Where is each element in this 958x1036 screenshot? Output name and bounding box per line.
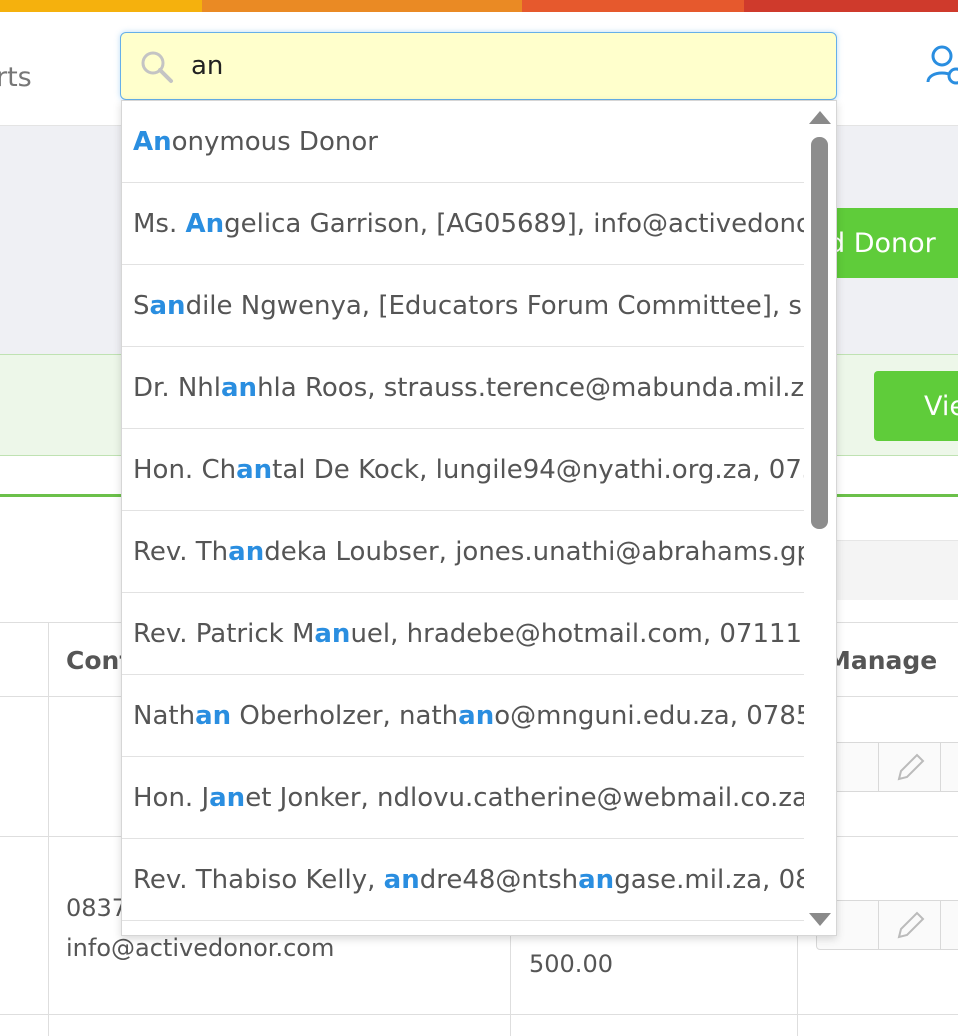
table-border <box>0 1014 958 1015</box>
suggestion-item[interactable]: Nathan Oberholzer, nathano@mnguni.edu.za… <box>122 675 806 757</box>
user-icon[interactable] <box>924 42 958 88</box>
suggestion-item[interactable]: Hon. Chantal De Kock, lungile94@nyathi.o… <box>122 429 806 511</box>
suggestion-item[interactable]: Hon. Janet Jonker, ndlovu.catherine@webm… <box>122 757 806 839</box>
match-highlight: An <box>185 209 225 239</box>
suggestion-text: Hon. Ch <box>133 455 237 485</box>
scroll-down-arrow-icon[interactable] <box>809 913 831 926</box>
suggestion-item[interactable]: Sandile Ngwenya, [Educators Forum Commit… <box>122 265 806 347</box>
suggestion-item[interactable]: Rev. Thabiso Kelly, andre48@ntshangase.m… <box>122 839 806 921</box>
edit-icon[interactable] <box>879 901 941 949</box>
suggestion-text: Hon. J <box>133 783 210 813</box>
suggestion-text: et Jonker, ndlovu.catherine@webmail.co.z… <box>245 783 806 813</box>
match-highlight: an <box>314 619 351 649</box>
match-highlight: an <box>195 701 232 731</box>
view-button[interactable]: Vie <box>874 371 958 441</box>
match-highlight: an <box>383 865 420 895</box>
top-accent-bar <box>0 0 958 12</box>
match-highlight: an <box>149 291 186 321</box>
suggestion-item[interactable]: Ms. Angelica Garrison, [AG05689], info@a… <box>122 183 806 265</box>
suggestion-text: deka Loubser, jones.unathi@abrahams.gp <box>264 537 806 567</box>
top-bar-segment <box>0 0 202 12</box>
scrollbar-thumb[interactable] <box>811 137 828 529</box>
match-highlight: An <box>133 127 172 157</box>
nav-reports-link[interactable]: rts <box>0 62 32 93</box>
top-bar-segment <box>744 0 958 12</box>
search-suggestions-dropdown: Anonymous Donor Ms. Angelica Garrison, [A… <box>121 100 837 936</box>
donor-search-box[interactable] <box>120 32 837 100</box>
suggestion-text: Rev. Patrick M <box>133 619 315 649</box>
top-bar-segment <box>202 0 522 12</box>
suggestion-text: Oberholzer, nath <box>231 701 459 731</box>
suggestion-text: dile Ngwenya, [Educators Forum Committee… <box>185 291 806 321</box>
suggestion-text: Nath <box>133 701 196 731</box>
suggestion-text: onymous Donor <box>171 127 378 157</box>
scroll-up-arrow-icon[interactable] <box>809 111 831 124</box>
row-action-group <box>816 742 958 792</box>
suggestion-item[interactable]: Dr. Nhlanhla Roos, strauss.terence@mabun… <box>122 347 806 429</box>
suggestion-text: o@mnguni.edu.za, 0785 <box>494 701 806 731</box>
suggestion-text: S <box>133 291 150 321</box>
suggestion-item[interactable]: Anonymous Donor <box>122 101 806 183</box>
match-highlight: an <box>221 373 258 403</box>
edit-icon[interactable] <box>879 743 941 791</box>
search-icon <box>139 49 175 85</box>
suggestion-text: gelica Garrison, [AG05689], info@actived… <box>224 209 806 239</box>
search-input[interactable] <box>189 43 809 89</box>
donation-amount: 500.00 <box>529 950 613 978</box>
table-border <box>48 622 49 1036</box>
column-header-manage: Manage <box>826 646 938 675</box>
suggestion-text: hla Roos, strauss.terence@mabunda.mil.za <box>257 373 806 403</box>
contact-phone: 0837 <box>66 894 128 922</box>
suggestion-text: uel, hradebe@hotmail.com, 07111 <box>350 619 803 649</box>
suggestion-text: dre48@ntsh <box>419 865 579 895</box>
dropdown-scrollbar[interactable] <box>804 101 836 935</box>
match-highlight: an <box>228 537 265 567</box>
contact-email: info@activedonor.com <box>66 934 335 962</box>
match-highlight: an <box>236 455 273 485</box>
suggestion-text: gase.mil.za, 089 <box>614 865 806 895</box>
suggestion-text: Dr. Nhl <box>133 373 222 403</box>
suggestion-text: tal De Kock, lungile94@nyathi.org.za, 07… <box>272 455 806 485</box>
suggestion-text: Rev. Thabiso Kelly, <box>133 865 384 895</box>
suggestion-text: Ms. <box>133 209 186 239</box>
suggestion-item[interactable]: Rev. Patrick Manuel, hradebe@hotmail.com… <box>122 593 806 675</box>
suggestion-item[interactable]: Rev. Thandeka Loubser, jones.unathi@abra… <box>122 511 806 593</box>
match-highlight: an <box>578 865 615 895</box>
top-bar-segment <box>522 0 744 12</box>
row-action-group <box>816 900 958 950</box>
match-highlight: an <box>458 701 495 731</box>
suggestion-text: Rev. Th <box>133 537 229 567</box>
match-highlight: an <box>209 783 246 813</box>
table-toolbar-strip <box>836 540 958 600</box>
